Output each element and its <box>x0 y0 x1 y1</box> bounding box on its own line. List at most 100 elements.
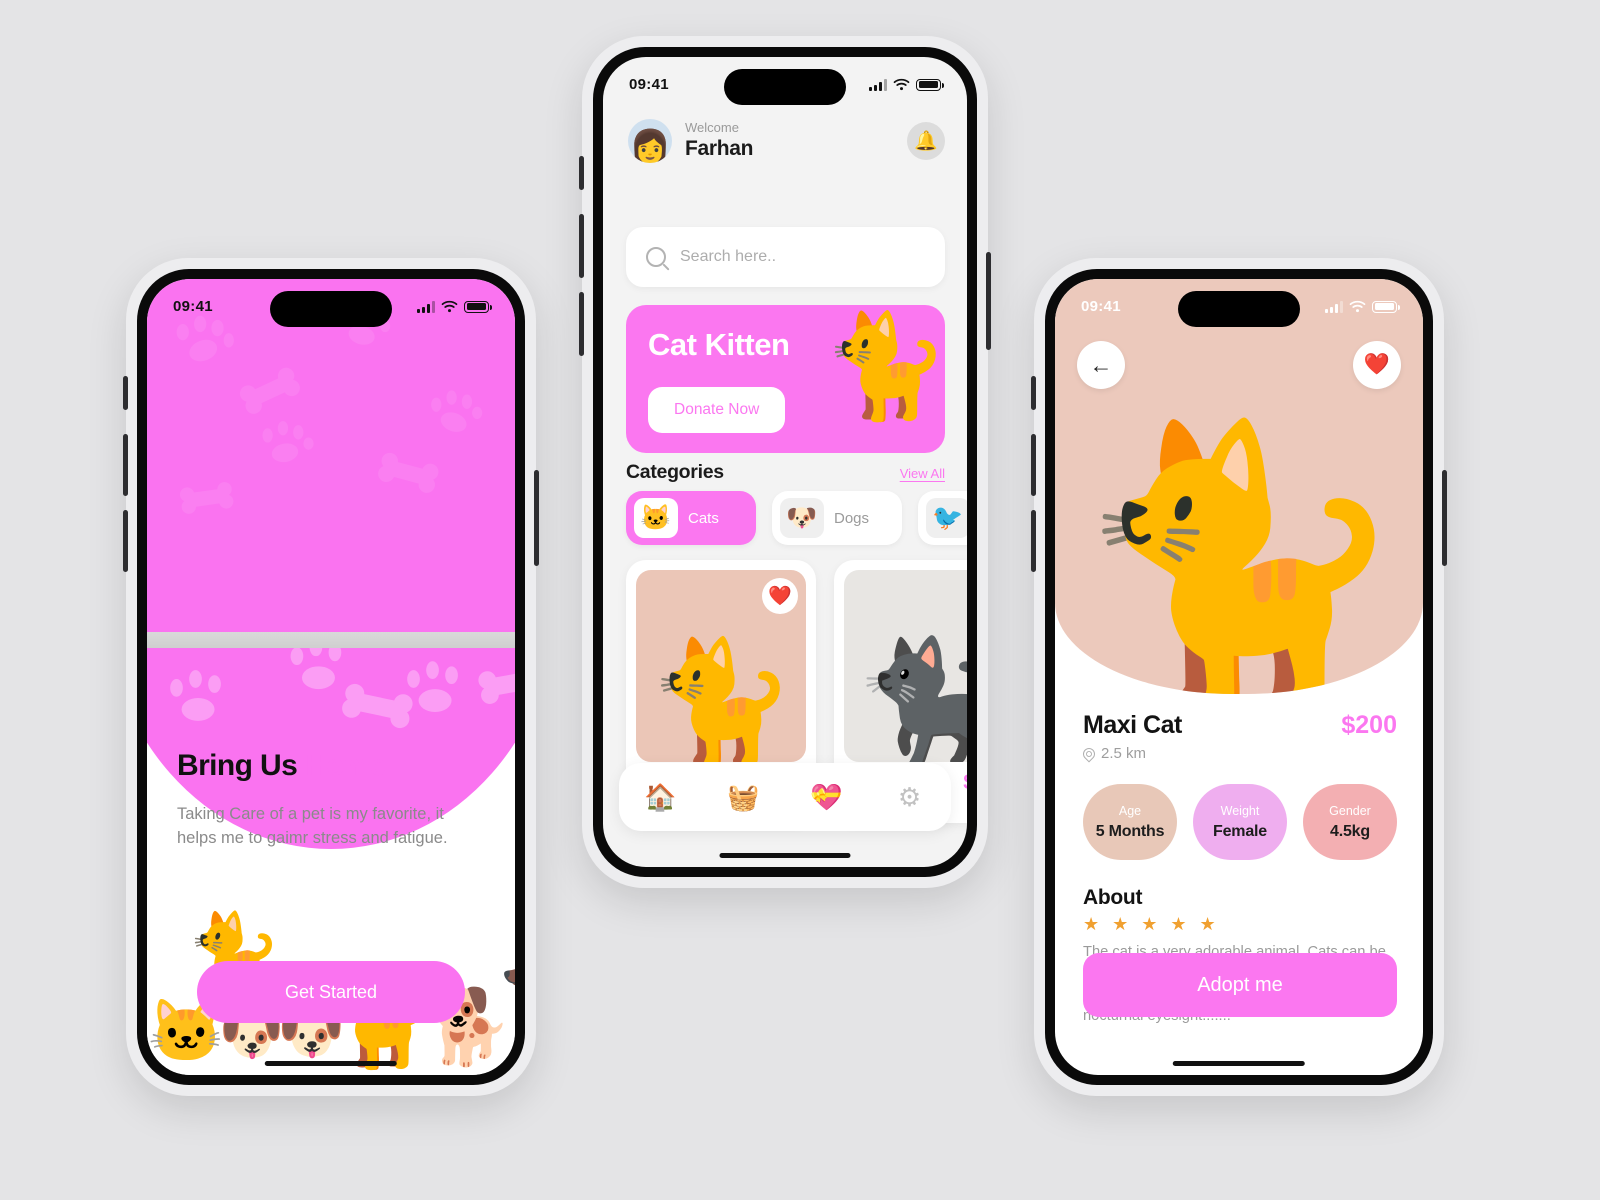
home-screen: 👩 Welcome Farhan 🔔 Cat Kitten Donate Now… <box>603 57 967 867</box>
banner-title: Cat Kitten <box>648 327 790 362</box>
mute-switch[interactable] <box>1031 376 1036 410</box>
battery-icon <box>916 78 944 91</box>
volume-up-button[interactable] <box>123 434 128 496</box>
volume-down-button[interactable] <box>123 510 128 572</box>
distance-text: 2.5 km <box>1101 745 1147 762</box>
battery-icon <box>464 300 492 313</box>
search-icon <box>646 247 666 267</box>
greeting: Welcome Farhan <box>685 121 907 160</box>
pet-distance: 2.5 km <box>1080 745 1182 762</box>
pet-title-row: Maxi Cat 2.5 km $200 <box>1080 711 1397 762</box>
donate-now-button[interactable]: Donate Now <box>648 387 786 433</box>
phone-bezel: 🐈 🐰 🐱 🐶 🐶 🐈 🐕 🐕‍🦺 Bring Us Home Taking C… <box>137 269 525 1085</box>
location-pin-icon <box>1080 745 1098 762</box>
get-started-button[interactable]: Get Started <box>197 961 465 1023</box>
status-icons <box>1325 300 1400 313</box>
pet-price: $150 <box>963 771 967 795</box>
dynamic-island <box>270 291 392 327</box>
category-chip-dogs[interactable]: 🐶 Dogs <box>772 491 902 545</box>
status-icons <box>417 300 492 313</box>
stat-age: Age 5 Months <box>1083 784 1177 860</box>
status-time: 09:41 <box>629 76 669 93</box>
user-name: Farhan <box>685 136 754 160</box>
battery-icon <box>1372 300 1400 313</box>
phone-bezel: 🐈 ← ❤️ Maxi Cat 2.5 km $200 Age 5 Months… <box>1045 269 1433 1085</box>
back-button[interactable]: ← <box>1077 341 1125 389</box>
donation-banner[interactable]: Cat Kitten Donate Now 🐈 <box>626 305 945 453</box>
wifi-icon <box>893 78 910 91</box>
volume-up-button[interactable] <box>579 214 584 278</box>
birds-icon: 🐦 <box>926 498 967 538</box>
title-plain: Bring Us <box>177 749 305 782</box>
power-button[interactable] <box>986 252 991 350</box>
notification-bell-icon[interactable]: 🔔 <box>907 122 945 160</box>
volume-down-button[interactable] <box>1031 510 1036 572</box>
wifi-icon <box>441 300 458 313</box>
category-chip-birds[interactable]: 🐦 Birds <box>918 491 967 545</box>
dogs-icon: 🐶 <box>780 498 824 538</box>
hero-cat-image: 🐈 <box>1067 415 1411 694</box>
volume-down-button[interactable] <box>579 292 584 356</box>
status-time: 09:41 <box>173 298 213 315</box>
power-button[interactable] <box>534 470 539 566</box>
mute-switch[interactable] <box>579 156 584 190</box>
onboarding-description: Taking Care of a pet is my favorite, it … <box>177 805 448 848</box>
about-title: About <box>1083 886 1143 909</box>
wifi-icon <box>1349 300 1366 313</box>
stat-label: Gender <box>1329 803 1371 818</box>
bottom-navigation: 🏠 🧺 💝 ⚙ <box>619 763 951 831</box>
mockup-stage: 🐈 🐰 🐱 🐶 🐶 🐈 🐕 🐕‍🦺 Bring Us Home Taking C… <box>0 0 1600 1200</box>
cats-icon: 🐱 <box>634 498 678 538</box>
cellular-signal-icon <box>869 78 887 91</box>
category-label: Cats <box>688 509 719 527</box>
category-chip-cats[interactable]: 🐱 Cats <box>626 491 756 545</box>
stat-weight: Weight Female <box>1193 784 1287 860</box>
categories-title: Categories <box>626 461 724 483</box>
phone-home: 👩 Welcome Farhan 🔔 Cat Kitten Donate Now… <box>579 36 991 888</box>
banner-cat-image: 🐈 <box>821 309 945 423</box>
tab-home-icon[interactable]: 🏠 <box>619 784 702 810</box>
home-header: 👩 Welcome Farhan 🔔 <box>628 119 945 163</box>
pet-photo: 🐈‍⬛ <box>844 570 967 762</box>
pet-hero-image: 🐈 <box>1055 279 1423 694</box>
cellular-signal-icon <box>417 300 435 313</box>
view-all-button[interactable]: View All <box>900 466 945 481</box>
photo-shelf <box>147 632 515 648</box>
stat-label: Age <box>1118 803 1142 818</box>
stat-gender: Gender 4.5kg <box>1303 784 1397 860</box>
home-indicator <box>264 1061 398 1066</box>
phone-detail: 🐈 ← ❤️ Maxi Cat 2.5 km $200 Age 5 Months… <box>1031 258 1447 1096</box>
pet-image: 🐈‍⬛ <box>854 635 967 762</box>
page-title: Bring Us Home <box>177 749 485 783</box>
pet-stats: Age 5 Months Weight Female Gender 4.5kg <box>1083 784 1397 860</box>
title-accent: Home <box>304 749 387 782</box>
favorite-heart-icon[interactable]: ❤️ <box>1353 341 1401 389</box>
welcome-label: Welcome <box>685 120 739 136</box>
pet-german-shepherd: 🐕‍🦺 <box>499 950 515 1068</box>
stat-value: 4.5kg <box>1330 822 1370 840</box>
pet-image: 🐈 <box>646 635 796 762</box>
pet-price: $200 <box>1341 711 1397 739</box>
status-time: 09:41 <box>1081 298 1121 315</box>
tab-settings-icon[interactable]: ⚙ <box>868 784 951 810</box>
search-input[interactable] <box>680 248 925 266</box>
phone-onboarding: 🐈 🐰 🐱 🐶 🐶 🐈 🐕 🐕‍🦺 Bring Us Home Taking C… <box>123 258 539 1096</box>
home-indicator <box>719 853 851 858</box>
rating-stars: ★ ★ ★ ★ ★ <box>1083 914 1220 934</box>
stat-value: 5 Months <box>1095 822 1165 840</box>
home-indicator <box>1172 1061 1306 1066</box>
dynamic-island <box>1178 291 1300 327</box>
favorite-heart-icon[interactable]: ❤️ <box>762 578 798 614</box>
mute-switch[interactable] <box>123 376 128 410</box>
tab-favorites-icon[interactable]: 💝 <box>785 784 868 810</box>
adopt-me-button[interactable]: Adopt me <box>1083 953 1397 1017</box>
stat-label: Weight <box>1220 803 1260 818</box>
categories-header: Categories View All <box>626 461 945 484</box>
power-button[interactable] <box>1442 470 1447 566</box>
dynamic-island <box>724 69 846 105</box>
tab-basket-icon[interactable]: 🧺 <box>702 784 785 810</box>
cellular-signal-icon <box>1325 300 1343 313</box>
search-bar[interactable] <box>626 227 945 287</box>
volume-up-button[interactable] <box>1031 434 1036 496</box>
avatar[interactable]: 👩 <box>628 119 672 163</box>
